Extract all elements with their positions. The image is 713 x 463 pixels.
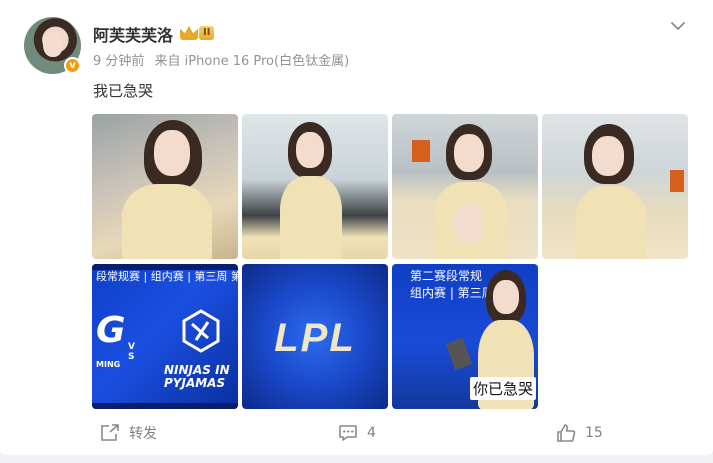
comment-button[interactable]: 4 — [338, 420, 376, 446]
vs-label: V S — [128, 342, 135, 362]
post-meta: 9 分钟前 来自 iPhone 16 Pro(白色钛金属) — [93, 50, 349, 69]
weibo-post-card: v 阿芙芙芙洛 II 9 分钟前 来自 iPhone 16 Pro(白色钛金属)… — [0, 0, 713, 455]
photo-2[interactable] — [242, 114, 388, 259]
crown-icon — [180, 25, 198, 40]
meme-caption: 你已急哭 — [470, 377, 537, 400]
post-time[interactable]: 9 分钟前 — [93, 54, 144, 69]
level-label: II — [199, 25, 215, 40]
repost-icon — [101, 424, 119, 441]
lpl-logo: LPL — [274, 316, 356, 360]
level-badge[interactable]: II — [180, 24, 220, 41]
bottom-strip — [92, 403, 238, 409]
author-name[interactable]: 阿芙芙芙洛 — [93, 22, 173, 46]
like-button[interactable]: 15 — [556, 420, 603, 446]
verified-icon: v — [64, 57, 81, 74]
photo-4[interactable] — [542, 114, 688, 259]
phone-shape — [445, 337, 473, 371]
dress-shape — [122, 184, 212, 259]
avatar-face — [43, 31, 63, 57]
repost-label: 转发 — [129, 426, 157, 442]
dress-shape — [280, 176, 342, 259]
nip-text: NINJAS IN PYJAMAS — [164, 363, 230, 390]
like-icon — [557, 424, 576, 442]
photo-7[interactable]: 第二赛段常规 组内赛 | 第三周 第 你已急哭 — [392, 264, 538, 409]
nip-logo-icon — [182, 309, 220, 353]
face-shape — [154, 130, 190, 176]
chevron-down-icon[interactable] — [670, 18, 686, 34]
hand-shape — [454, 204, 484, 244]
photo-5[interactable]: 段常规赛 | 组内赛 | 第三周 第二日 G MING V S NINJAS I… — [92, 264, 238, 409]
box-shape — [670, 170, 684, 192]
post-source: 来自 iPhone 16 Pro(白色钛金属) — [154, 54, 350, 69]
photo-3[interactable] — [392, 114, 538, 259]
photo-1[interactable] — [92, 114, 238, 259]
action-bar: 转发 4 15 — [0, 420, 713, 446]
repost-button[interactable]: 转发 — [100, 420, 157, 446]
comment-icon — [339, 425, 357, 441]
photo-6[interactable]: LPL — [242, 264, 388, 409]
dress-shape — [576, 186, 646, 259]
face-shape — [592, 136, 624, 176]
box-shape — [412, 140, 430, 162]
partial-logo: G — [96, 310, 126, 351]
like-count: 15 — [585, 425, 603, 441]
post-text: 我已急哭 — [93, 82, 154, 100]
face-shape — [454, 134, 484, 172]
comment-count: 4 — [367, 425, 376, 441]
face-shape — [296, 132, 324, 168]
face-shape — [493, 280, 519, 314]
photo-5-banner: 段常规赛 | 组内赛 | 第三周 第二日 — [96, 270, 238, 283]
side-text: MING — [96, 360, 121, 369]
